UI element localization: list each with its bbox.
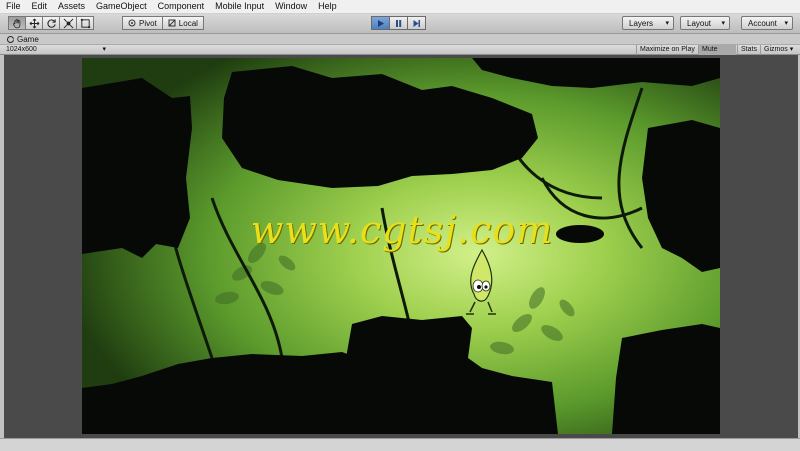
tab-game[interactable]: Game (3, 34, 45, 44)
pause-icon (396, 19, 402, 27)
aspect-label: 1024x600 (6, 46, 37, 53)
account-dropdown[interactable]: Account ▾ (741, 16, 793, 30)
pivot-toggle[interactable]: Pivot (122, 16, 163, 30)
gizmos-label: Gizmos (764, 46, 788, 53)
menu-component[interactable]: Component (152, 0, 210, 13)
hand-icon (12, 18, 20, 28)
layers-label: Layers (629, 18, 654, 28)
menu-file[interactable]: File (0, 0, 26, 13)
move-icon (29, 18, 39, 28)
stats-toggle[interactable]: Stats (737, 45, 760, 55)
chevron-down-icon: ▾ (102, 46, 106, 53)
transform-tools (8, 16, 94, 31)
pivot-controls: Pivot Local (122, 16, 204, 31)
layout-label: Layout (687, 18, 712, 28)
main-toolbar: Pivot Local Layers ▾ Layout ▾ Account ▾ (0, 14, 800, 34)
menu-bar: File Edit Assets GameObject Component Mo… (0, 0, 800, 14)
chevron-down-icon: ▾ (784, 20, 788, 27)
menu-assets[interactable]: Assets (52, 0, 90, 13)
chevron-down-icon: ▾ (665, 20, 669, 27)
step-button[interactable] (407, 16, 426, 30)
status-bar (0, 438, 800, 451)
play-controls (371, 16, 426, 31)
step-icon (413, 19, 420, 27)
gizmos-dropdown[interactable]: Gizmos ▾ (760, 45, 798, 55)
local-label: Local (178, 18, 198, 28)
rotate-tool-button[interactable] (42, 16, 60, 30)
mute-audio-toggle[interactable]: Mute audio (698, 45, 736, 63)
scale-tool-button[interactable] (59, 16, 77, 30)
local-icon (168, 19, 176, 27)
game-tab-bar: Game (0, 34, 800, 44)
chevron-down-icon: ▾ (789, 46, 794, 53)
pivot-label: Pivot (139, 18, 157, 28)
game-render[interactable]: www.cgtsj.com (82, 58, 720, 434)
pause-button[interactable] (389, 16, 408, 30)
account-label: Account (748, 18, 777, 28)
menu-mobile-input[interactable]: Mobile Input (209, 0, 269, 13)
watermark-text: www.cgtsj.com (250, 208, 554, 252)
tab-game-label: Game (17, 34, 39, 44)
rotate-icon (46, 18, 56, 28)
layers-dropdown[interactable]: Layers ▾ (622, 16, 674, 30)
rect-tool-icon (80, 18, 90, 28)
menu-edit[interactable]: Edit (26, 0, 53, 13)
play-button[interactable] (371, 16, 390, 30)
chevron-down-icon: ▾ (721, 20, 725, 27)
play-icon (378, 19, 384, 27)
pivot-icon (128, 19, 136, 27)
menu-window[interactable]: Window (269, 0, 312, 13)
game-view-toolbar: 1024x600 ▾ Maximize on Play Mute audio S… (0, 44, 800, 63)
maximize-on-play-toggle[interactable]: Maximize on Play (636, 45, 698, 55)
game-controller-icon (7, 35, 14, 43)
aspect-dropdown[interactable]: 1024x600 ▾ (6, 45, 106, 55)
move-tool-button[interactable] (25, 16, 43, 30)
rect-tool-button[interactable] (76, 16, 94, 30)
menu-gameobject[interactable]: GameObject (90, 0, 152, 13)
layout-dropdown[interactable]: Layout ▾ (680, 16, 730, 30)
local-toggle[interactable]: Local (161, 16, 204, 30)
hand-tool-button[interactable] (8, 16, 26, 30)
scale-icon (63, 18, 73, 28)
menu-help[interactable]: Help (312, 0, 342, 13)
